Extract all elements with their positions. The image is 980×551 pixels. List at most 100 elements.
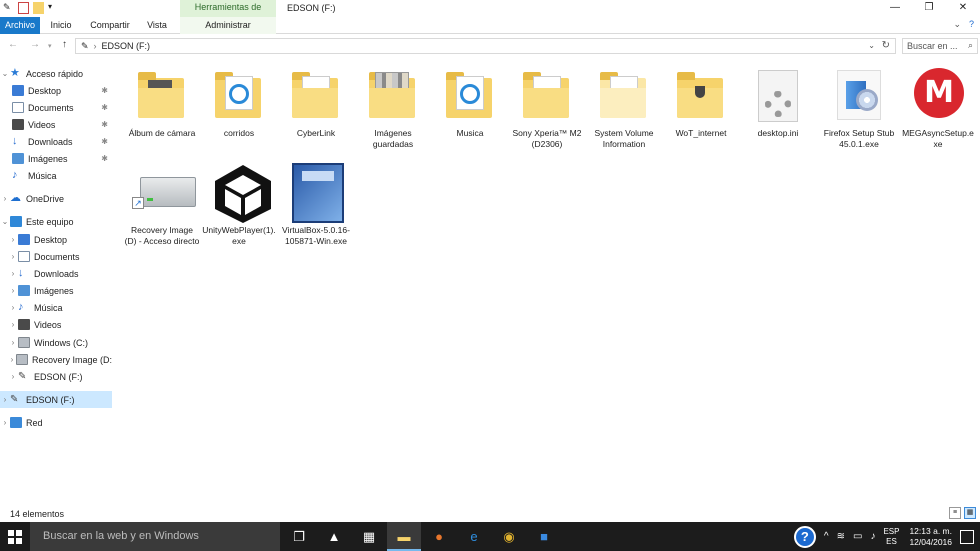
tab-compartir[interactable]: Compartir xyxy=(84,17,136,34)
breadcrumb-separator[interactable]: › xyxy=(94,41,97,51)
pin-icon: ✱ xyxy=(101,154,108,163)
tab-vista[interactable]: Vista xyxy=(142,17,172,34)
file-item[interactable]: Sony Xperia™ M2 (D2306) xyxy=(508,60,586,155)
file-item[interactable]: Musica xyxy=(431,60,509,155)
file-explorer-icon[interactable]: ▬ xyxy=(387,522,421,551)
chevron-down-icon[interactable]: ⌄ xyxy=(0,217,10,226)
expand-ribbon-button[interactable]: ⌄ xyxy=(953,19,961,30)
address-dropdown-icon[interactable]: ⌄ xyxy=(868,41,875,50)
up-button[interactable]: ↑ xyxy=(62,39,67,50)
nav-quick-downloads[interactable]: ↓ Downloads ✱ xyxy=(0,133,112,150)
search-input[interactable]: Buscar en ... ⌕ xyxy=(902,38,978,54)
refresh-icon[interactable]: ↻ xyxy=(882,40,890,51)
network-icon xyxy=(10,417,22,428)
chevron-right-icon[interactable]: › xyxy=(8,355,16,364)
file-item[interactable]: Imágenes guardadas xyxy=(354,60,432,155)
expand-tray-icon[interactable]: ^ xyxy=(824,531,829,542)
nav-pc-documents[interactable]: › Documents xyxy=(0,248,112,265)
file-item[interactable]: Firefox Setup Stub 45.0.1.exe xyxy=(820,60,898,155)
details-view-icon[interactable]: ≡ xyxy=(949,507,961,519)
tab-archivo[interactable]: Archivo xyxy=(0,17,40,34)
file-item[interactable]: WoT_internet xyxy=(662,60,740,155)
chevron-right-icon[interactable]: › xyxy=(0,194,10,203)
chevron-right-icon[interactable]: › xyxy=(8,286,18,295)
breadcrumb-path[interactable]: EDSON (F:) xyxy=(102,41,151,51)
back-button[interactable]: ← xyxy=(8,39,18,50)
file-item[interactable]: System Volume Information xyxy=(585,60,663,155)
nav-pc-images[interactable]: › Imágenes xyxy=(0,282,112,299)
properties-icon[interactable] xyxy=(18,2,29,14)
firefox-icon[interactable]: ● xyxy=(422,522,456,551)
keyboard-icon[interactable]: ▭ xyxy=(853,531,862,542)
nav-selected-drive[interactable]: › ✎ EDSON (F:) xyxy=(0,391,112,408)
maximize-button[interactable]: ❐ xyxy=(912,0,946,17)
new-folder-icon[interactable] xyxy=(33,2,44,14)
navigation-pane: ⌄ ★ Acceso rápido Desktop ✱ Documents ✱ … xyxy=(0,62,114,502)
chevron-right-icon[interactable]: › xyxy=(8,303,18,312)
close-button[interactable]: ✕ xyxy=(946,0,980,17)
file-item[interactable]: desktop.ini xyxy=(739,60,817,155)
file-item[interactable]: ↗ Recovery Image (D) - Acceso directo xyxy=(123,157,201,252)
forward-button[interactable]: → xyxy=(30,39,40,50)
drive-icon[interactable]: ✎ xyxy=(3,2,14,14)
clock[interactable]: 12:13 a. m. 12/04/2016 xyxy=(909,526,952,548)
chevron-right-icon[interactable]: › xyxy=(8,320,18,329)
store-icon[interactable]: ▦ xyxy=(352,522,386,551)
file-name: UnityWebPlayer(1).exe xyxy=(202,225,276,246)
volume-icon[interactable]: ♪ xyxy=(870,531,875,542)
task-view-icon[interactable]: ❐ xyxy=(282,522,316,551)
file-item[interactable]: corridos xyxy=(200,60,278,155)
nav-quick-access[interactable]: ⌄ ★ Acceso rápido xyxy=(0,65,112,82)
large-icons-view-icon[interactable]: ▦ xyxy=(964,507,976,519)
window-title: EDSON (F:) xyxy=(287,3,336,13)
photos-icon[interactable]: ▲ xyxy=(317,522,351,551)
notifications-icon[interactable] xyxy=(960,529,974,544)
nav-pc-desktop[interactable]: › Desktop xyxy=(0,231,112,248)
nav-pc-recovery-d[interactable]: › Recovery Image (D: xyxy=(0,351,112,368)
nav-quick-music[interactable]: ♪ Música xyxy=(0,167,112,184)
address-bar[interactable]: ✎ › EDSON (F:) ⌄ ↻ xyxy=(75,38,896,54)
chrome-icon[interactable]: ◉ xyxy=(492,522,526,551)
file-item[interactable]: UnityWebPlayer(1).exe xyxy=(200,157,278,252)
file-item[interactable]: Álbum de cámara xyxy=(123,60,201,155)
nav-pc-videos[interactable]: › Videos xyxy=(0,316,112,333)
help-button[interactable]: ? xyxy=(969,19,974,30)
chevron-right-icon[interactable]: › xyxy=(8,252,18,261)
language-indicator[interactable]: ESP ES xyxy=(883,527,899,547)
folder-icon xyxy=(369,72,415,118)
nav-quick-images[interactable]: Imágenes ✱ xyxy=(0,150,112,167)
nav-quick-videos[interactable]: Videos ✱ xyxy=(0,116,112,133)
tab-administrar[interactable]: Administrar xyxy=(180,17,276,34)
chevron-right-icon[interactable]: › xyxy=(8,235,18,244)
nav-pc-music[interactable]: › ♪ Música xyxy=(0,299,112,316)
tab-inicio[interactable]: Inicio xyxy=(44,17,78,34)
qat-dropdown-icon[interactable]: ▾ xyxy=(48,2,59,14)
minimize-button[interactable]: — xyxy=(878,0,912,17)
nav-quick-documents[interactable]: Documents ✱ xyxy=(0,99,112,116)
recent-locations-button[interactable]: ▾ xyxy=(48,42,52,50)
nav-pc-windows-c[interactable]: › Windows (C:) xyxy=(0,334,112,351)
chevron-right-icon[interactable]: › xyxy=(0,418,10,427)
help-icon[interactable]: ? xyxy=(793,525,816,548)
taskbar-search-box[interactable]: Buscar en la web y en Windows xyxy=(30,522,280,551)
chevron-down-icon[interactable]: ⌄ xyxy=(0,69,10,78)
chevron-right-icon[interactable]: › xyxy=(8,269,18,278)
downloads-icon: ↓ xyxy=(18,267,24,279)
file-item[interactable]: CyberLink xyxy=(277,60,355,155)
start-button[interactable] xyxy=(0,522,30,551)
chevron-right-icon[interactable]: › xyxy=(8,338,18,347)
nav-quick-desktop[interactable]: Desktop ✱ xyxy=(0,82,112,99)
nav-onedrive[interactable]: › ☁ OneDrive xyxy=(0,190,112,207)
chevron-right-icon[interactable]: › xyxy=(0,395,10,404)
file-item[interactable]: VirtualBox-5.0.16-105871-Win.exe xyxy=(277,157,355,252)
wifi-icon[interactable]: ≋ xyxy=(837,531,845,542)
chevron-right-icon[interactable]: › xyxy=(8,372,18,381)
nav-pc-edson-f[interactable]: › ✎ EDSON (F:) xyxy=(0,368,112,385)
nav-this-pc[interactable]: ⌄ Este equipo xyxy=(0,213,112,230)
app-icon[interactable]: ■ xyxy=(527,522,561,551)
edge-icon[interactable]: e xyxy=(457,522,491,551)
file-name: Imágenes guardadas xyxy=(372,128,414,149)
nav-pc-downloads[interactable]: › ↓ Downloads xyxy=(0,265,112,282)
file-item[interactable]: M MEGAsyncSetup.exe xyxy=(899,60,977,155)
nav-network[interactable]: › Red xyxy=(0,414,112,431)
